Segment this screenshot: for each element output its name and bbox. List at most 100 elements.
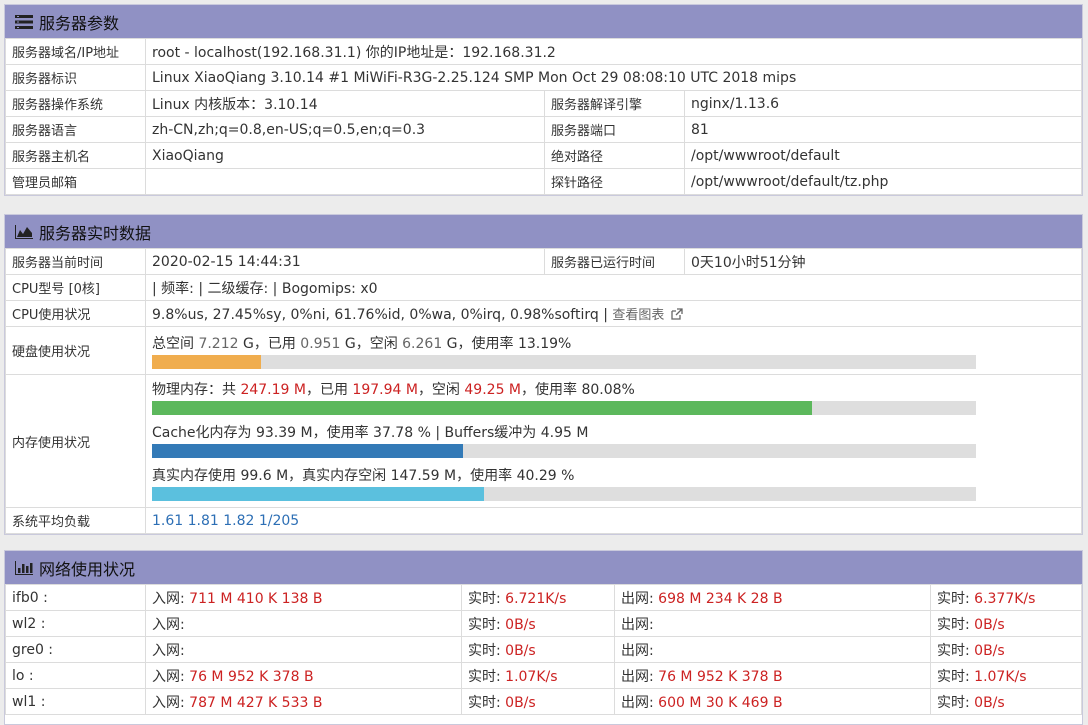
mem-free: 49.25 M	[464, 382, 521, 398]
memory-usage-label: 内存使用状况	[5, 374, 146, 508]
admin-email-value	[145, 168, 545, 195]
phys-mem-text: 物理内存：共 247.19 M，已用 197.94 M，空闲 49.25 M，使…	[152, 379, 1075, 399]
inbound-rate-value: 0B/s	[505, 616, 536, 633]
lang-value: zh-CN,zh;q=0.8,en-US;q=0.5,en;q=0.3	[145, 116, 545, 143]
outbound-label: 出网:	[621, 642, 654, 659]
inbound-rate-cell: 实时: 1.07K/s	[461, 662, 615, 689]
outbound-label: 出网:	[621, 616, 654, 633]
outbound-label: 出网:	[621, 590, 659, 607]
outbound-value: 76 M 952 K 378 B	[658, 668, 783, 685]
server-params-panel: 服务器参数 服务器域名/IP地址 root - localhost(192.16…	[4, 4, 1083, 196]
iface-name: wl2 :	[5, 610, 146, 637]
current-time-label: 服务器当前时间	[5, 248, 146, 275]
os-value: Linux 内核版本：3.10.14	[145, 90, 545, 117]
panel-title: 服务器实时数据	[39, 223, 152, 243]
abs-path-value: /opt/wwwroot/default	[684, 142, 1082, 169]
table-row: 系统平均负载 1.61 1.81 1.82 1/205	[5, 507, 1082, 534]
inbound-cell: 入网: 787 M 427 K 533 B	[145, 688, 462, 715]
table-row: wl2 : 入网: 实时: 0B/s 出网: 实时: 0B/s	[5, 610, 1082, 637]
inbound-label: 入网:	[152, 668, 190, 685]
disk-usage-label: 硬盘使用状况	[5, 326, 146, 375]
cpu-usage-value: 9.8%us, 27.45%sy, 0%ni, 61.76%id, 0%wa, …	[152, 307, 599, 323]
outbound-rate-cell: 实时: 6.377K/s	[930, 584, 1082, 611]
table-row: lo : 入网: 76 M 952 K 378 B 实时: 1.07K/s 出网: 7…	[5, 662, 1082, 689]
inbound-rate-value: 0B/s	[505, 694, 536, 711]
table-row: 硬盘使用状况 总空间 7.212 G，已用 0.951 G，空闲 6.261 G…	[5, 326, 1082, 375]
probe-path-label: 探针路径	[544, 168, 685, 195]
table-row: 服务器域名/IP地址 root - localhost(192.168.31.1…	[5, 38, 1082, 65]
inbound-rate-cell: 实时: 0B/s	[461, 636, 615, 663]
cpu-model-value: | 频率: | 二级缓存: | Bogomips: x0	[145, 274, 1082, 301]
cache-mem-text: Cache化内存为 93.39 M，使用率 37.78 % | Buffers缓…	[152, 425, 589, 441]
server-icon	[15, 14, 33, 29]
external-link-icon	[670, 308, 683, 320]
server-params-header: 服务器参数	[5, 5, 1082, 38]
outbound-value: 698 M 234 K 28 B	[658, 590, 783, 607]
ident-value: Linux XiaoQiang 3.10.14 #1 MiWiFi-R3G-2.…	[145, 64, 1082, 91]
outbound-rate-value: 0B/s	[974, 616, 1005, 633]
bar-chart-icon	[15, 560, 33, 575]
table-row: gre0 : 入网: 实时: 0B/s 出网: 实时: 0B/s	[5, 636, 1082, 663]
table-row: 服务器当前时间 2020-02-15 14:44:31 服务器已运行时间 0天1…	[5, 248, 1082, 275]
rate-label: 实时:	[937, 616, 975, 633]
disk-total: 7.212	[198, 336, 239, 352]
disk-text-part: G，空闲	[340, 336, 403, 352]
inbound-value: 711 M 410 K 138 B	[189, 590, 323, 607]
network-header: 网络使用状况	[5, 551, 1082, 584]
iface-label: lo :	[12, 667, 34, 684]
rate-label: 实时:	[937, 694, 975, 711]
admin-email-label: 管理员邮箱	[5, 168, 146, 195]
inbound-rate-cell: 实时: 6.721K/s	[461, 584, 615, 611]
panel-title: 服务器参数	[39, 13, 120, 33]
iface-name: lo :	[5, 662, 146, 689]
rate-label: 实时:	[468, 616, 506, 633]
outbound-rate-cell: 实时: 1.07K/s	[930, 662, 1082, 689]
inbound-value: 787 M 427 K 533 B	[189, 694, 323, 711]
outbound-rate-value: 1.07K/s	[974, 668, 1027, 685]
outbound-rate-cell: 实时: 0B/s	[930, 610, 1082, 637]
inbound-rate-cell: 实时: 0B/s	[461, 688, 615, 715]
cpu-usage-label: CPU使用状况	[5, 300, 146, 327]
lang-label: 服务器语言	[5, 116, 146, 143]
cache-mem-bar	[152, 444, 976, 458]
disk-used: 0.951	[300, 336, 341, 352]
uptime-value: 0天10小时51分钟	[684, 248, 1082, 275]
phys-mem-bar	[152, 401, 976, 415]
outbound-cell: 出网: 600 M 30 K 469 B	[614, 688, 931, 715]
table-row: 管理员邮箱 探针路径 /opt/wwwroot/default/tz.php	[5, 168, 1082, 195]
view-chart-link[interactable]: 查看图表	[612, 308, 683, 323]
cpu-model-label: CPU型号 [0核]	[5, 274, 146, 301]
mem-text-part: ，使用率 80.08%	[521, 382, 635, 398]
inbound-rate-value: 6.721K/s	[505, 590, 567, 607]
outbound-cell: 出网: 698 M 234 K 28 B	[614, 584, 931, 611]
phys-mem-fill	[152, 401, 812, 415]
mem-used: 197.94 M	[352, 382, 418, 398]
table-row: wl1 : 入网: 787 M 427 K 533 B 实时: 0B/s 出网: 60…	[5, 688, 1082, 715]
cpu-usage-separator: |	[598, 307, 613, 323]
table-row: ifb0 : 入网: 711 M 410 K 138 B 实时: 6.721K/s 出…	[5, 584, 1082, 611]
inbound-label: 入网:	[152, 590, 190, 607]
iface-label: wl1 :	[12, 693, 46, 710]
probe-path-value: /opt/wwwroot/default/tz.php	[684, 168, 1082, 195]
real-mem-fill	[152, 487, 484, 501]
outbound-value: 600 M 30 K 469 B	[658, 694, 783, 711]
rate-label: 实时:	[468, 642, 506, 659]
inbound-rate-value: 1.07K/s	[505, 668, 558, 685]
port-value: 81	[684, 116, 1082, 143]
inbound-cell: 入网: 711 M 410 K 138 B	[145, 584, 462, 611]
mem-text-part: 物理内存：共	[152, 382, 241, 398]
table-row: 服务器操作系统 Linux 内核版本：3.10.14 服务器解译引擎 nginx…	[5, 90, 1082, 117]
realtime-table: 服务器当前时间 2020-02-15 14:44:31 服务器已运行时间 0天1…	[5, 248, 1082, 534]
inbound-cell: 入网:	[145, 610, 462, 637]
inbound-value: 76 M 952 K 378 B	[189, 668, 314, 685]
outbound-rate-cell: 实时: 0B/s	[930, 688, 1082, 715]
os-label: 服务器操作系统	[5, 90, 146, 117]
disk-usage-fill	[152, 355, 261, 369]
area-chart-icon	[15, 224, 33, 239]
realtime-header: 服务器实时数据	[5, 215, 1082, 248]
mem-total: 247.19 M	[240, 382, 306, 398]
inbound-cell: 入网:	[145, 636, 462, 663]
outbound-label: 出网:	[621, 694, 659, 711]
inbound-cell: 入网: 76 M 952 K 378 B	[145, 662, 462, 689]
rate-label: 实时:	[937, 668, 975, 685]
